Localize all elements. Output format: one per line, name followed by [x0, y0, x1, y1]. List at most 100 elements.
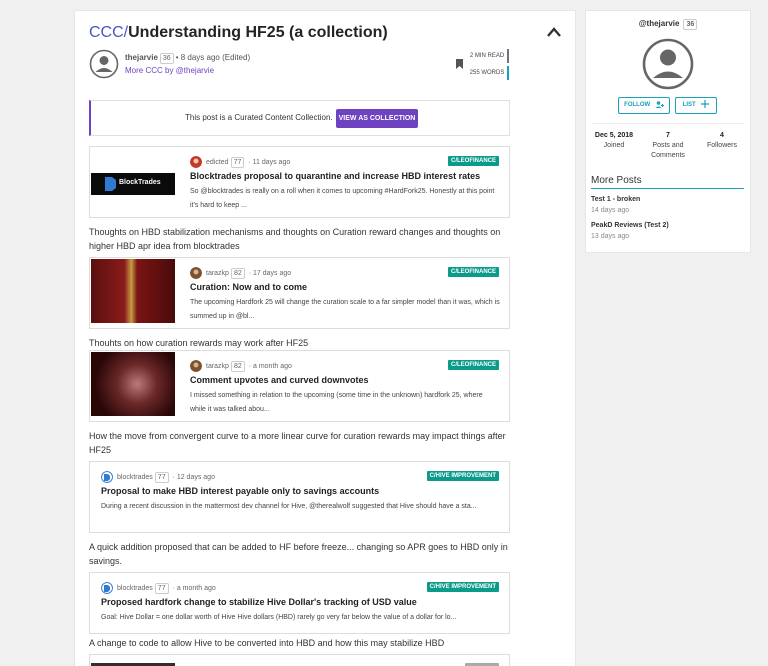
follow-button[interactable]: FOLLOW — [618, 97, 670, 114]
author-avatar[interactable] — [89, 49, 119, 79]
more-post-link[interactable]: PeakD Reviews (Test 2) — [591, 222, 669, 229]
collection-card[interactable]: BlockTrades edicted 77 · 11 days ago C/LE… — [89, 146, 510, 218]
card-meta: blocktrades 77 · 12 days ago — [117, 472, 215, 483]
card-description: During a recent discussion in the matter… — [101, 503, 477, 510]
card-title[interactable]: Blocktrades proposal to quarantine and i… — [190, 171, 480, 181]
author-rep-badge: 36 — [159, 53, 174, 64]
card-rep-badge: 77 — [154, 472, 169, 483]
card-age: a month ago — [253, 363, 292, 370]
card-age: 11 days ago — [252, 159, 291, 166]
card-author-avatar[interactable] — [190, 156, 202, 168]
more-posts-heading: More Posts — [591, 175, 642, 186]
posts-label: Posts and — [652, 142, 684, 149]
card-title[interactable]: Proposed hardfork change to stabilize Hi… — [101, 597, 417, 607]
list-button[interactable]: LIST — [675, 97, 717, 114]
card-author-link[interactable]: blocktrades — [117, 474, 153, 481]
sidebar-username: @thejarvie 36 — [586, 19, 752, 30]
card-title[interactable]: Proposal to make HBD interest payable on… — [101, 486, 379, 496]
follow-label: FOLLOW — [624, 102, 651, 108]
blocktrades-logo-icon — [105, 177, 116, 191]
user-plus-icon — [655, 101, 664, 108]
author-line: thejarvie 36 • 8 days ago (Edited) — [125, 52, 250, 64]
card-author-avatar[interactable] — [101, 582, 113, 594]
author-name-link[interactable]: thejarvie — [125, 53, 158, 62]
posts-value: 7 — [666, 132, 670, 139]
more-post-date: 13 days ago — [591, 233, 630, 240]
card-author-link[interactable]: tarazkp — [206, 363, 229, 370]
card-meta: edicted 77 · 11 days ago — [206, 157, 291, 168]
stat-posts: 7 Posts and Comments — [642, 131, 694, 161]
post-container: CCC/Understanding HF25 (a collection) th… — [74, 10, 576, 666]
more-posts-underline — [591, 188, 744, 189]
joined-value: Dec 5, 2018 — [594, 132, 634, 139]
collection-caption: A change to code to allow Hive to be con… — [89, 638, 445, 648]
card-rep-badge: 82 — [230, 268, 245, 279]
collection-card[interactable] — [89, 654, 510, 666]
card-description: So @blocktrades is really on a roll when… — [190, 188, 495, 209]
card-meta: tarazkp 82 · 17 days ago — [206, 268, 292, 279]
sidebar-username-link[interactable]: @thejarvie — [639, 19, 680, 28]
card-author-link[interactable]: edicted — [206, 159, 229, 166]
card-community-tag[interactable]: C/LEOFINANCE — [448, 156, 499, 166]
collection-notice-text: This post is a Curated Content Collectio… — [185, 113, 333, 122]
collection-caption: How the move from convergent curve to a … — [89, 431, 506, 455]
card-author-avatar[interactable] — [101, 471, 113, 483]
card-rep-badge: 77 — [230, 157, 245, 168]
card-rep-badge: 82 — [230, 361, 245, 372]
card-description: The upcoming Hardfork 25 will change the… — [190, 299, 500, 320]
card-meta: tarazkp 82 · a month ago — [206, 361, 292, 372]
stat-followers: 4 Followers — [696, 131, 748, 151]
followers-label: Followers — [707, 142, 737, 149]
sidebar-avatar[interactable] — [642, 38, 694, 90]
card-thumbnail[interactable] — [91, 259, 175, 323]
card-community-tag[interactable]: C/HIVE IMPROVEMENT — [426, 582, 499, 592]
card-author-link[interactable]: blocktrades — [117, 585, 153, 592]
word-count: 255 WORDS — [467, 66, 509, 80]
post-age: • 8 days ago (Edited) — [175, 53, 251, 62]
collection-card[interactable]: tarazkp 82 · 17 days ago C/LEOFINANCE Cur… — [89, 257, 510, 329]
more-post-link[interactable]: Test 1 - broken — [591, 196, 640, 203]
card-author-avatar[interactable] — [190, 360, 202, 372]
thumbnail-text: BlockTrades — [119, 179, 161, 186]
card-title[interactable]: Comment upvotes and curved downvotes — [190, 375, 369, 385]
collection-card[interactable]: tarazkp 82 · a month ago C/LEOFINANCE Com… — [89, 350, 510, 422]
stat-joined: Dec 5, 2018 Joined — [588, 131, 640, 151]
card-age: a month ago — [176, 585, 216, 592]
more-post-date: 14 days ago — [591, 207, 630, 214]
more-by-author-link[interactable]: More CCC by @thejarvie — [125, 65, 214, 76]
bookmark-icon[interactable] — [456, 59, 463, 69]
collection-caption: A quick addition proposed that can be ad… — [89, 542, 508, 566]
plus-icon — [701, 100, 710, 109]
author-sidebar: @thejarvie 36 FOLLOW LIST Dec 5, 2018 Joi… — [585, 10, 751, 253]
post-title: CCC/Understanding HF25 (a collection) — [89, 23, 388, 43]
card-meta: blocktrades 77 · a month ago — [117, 583, 216, 594]
card-thumbnail[interactable]: BlockTrades — [91, 148, 175, 212]
collapse-caret-icon[interactable] — [547, 27, 561, 37]
collection-card[interactable]: blocktrades 77 · a month ago C/HIVE IMPRO… — [89, 572, 510, 634]
card-description: I missed something in relation to the up… — [190, 392, 483, 413]
card-rep-badge: 77 — [154, 583, 169, 594]
card-age: 12 days ago — [176, 474, 215, 481]
card-title[interactable]: Curation: Now and to come — [190, 282, 307, 292]
followers-value: 4 — [720, 132, 724, 139]
collection-notice: This post is a Curated Content Collectio… — [89, 100, 510, 136]
collection-caption: Thoughts on HBD stabilization mechanisms… — [89, 227, 501, 251]
joined-label: Joined — [603, 142, 625, 149]
card-author-avatar[interactable] — [190, 267, 202, 279]
sidebar-rep-badge: 36 — [683, 19, 698, 30]
list-label: LIST — [682, 102, 696, 108]
card-author-link[interactable]: tarazkp — [206, 270, 229, 277]
community-prefix-link[interactable]: CCC — [89, 24, 124, 41]
title-text: Understanding HF25 (a collection) — [128, 24, 388, 41]
card-community-tag[interactable]: C/LEOFINANCE — [448, 360, 499, 370]
card-community-tag[interactable]: C/HIVE IMPROVEMENT — [426, 471, 499, 481]
posts-label-2: Comments — [651, 152, 685, 159]
collection-card[interactable]: blocktrades 77 · 12 days ago C/HIVE IMPRO… — [89, 461, 510, 533]
card-community-tag[interactable]: C/LEOFINANCE — [448, 267, 499, 277]
view-as-collection-button[interactable]: VIEW AS COLLECTION — [336, 109, 418, 128]
card-age: 17 days ago — [253, 270, 292, 277]
card-description: Goal: Hive Dollar = one dollar worth of … — [101, 614, 457, 621]
collection-caption: Thouhts on how curation rewards may work… — [89, 338, 309, 348]
read-time: 2 MIN READ — [467, 49, 509, 63]
card-thumbnail[interactable] — [91, 352, 175, 416]
